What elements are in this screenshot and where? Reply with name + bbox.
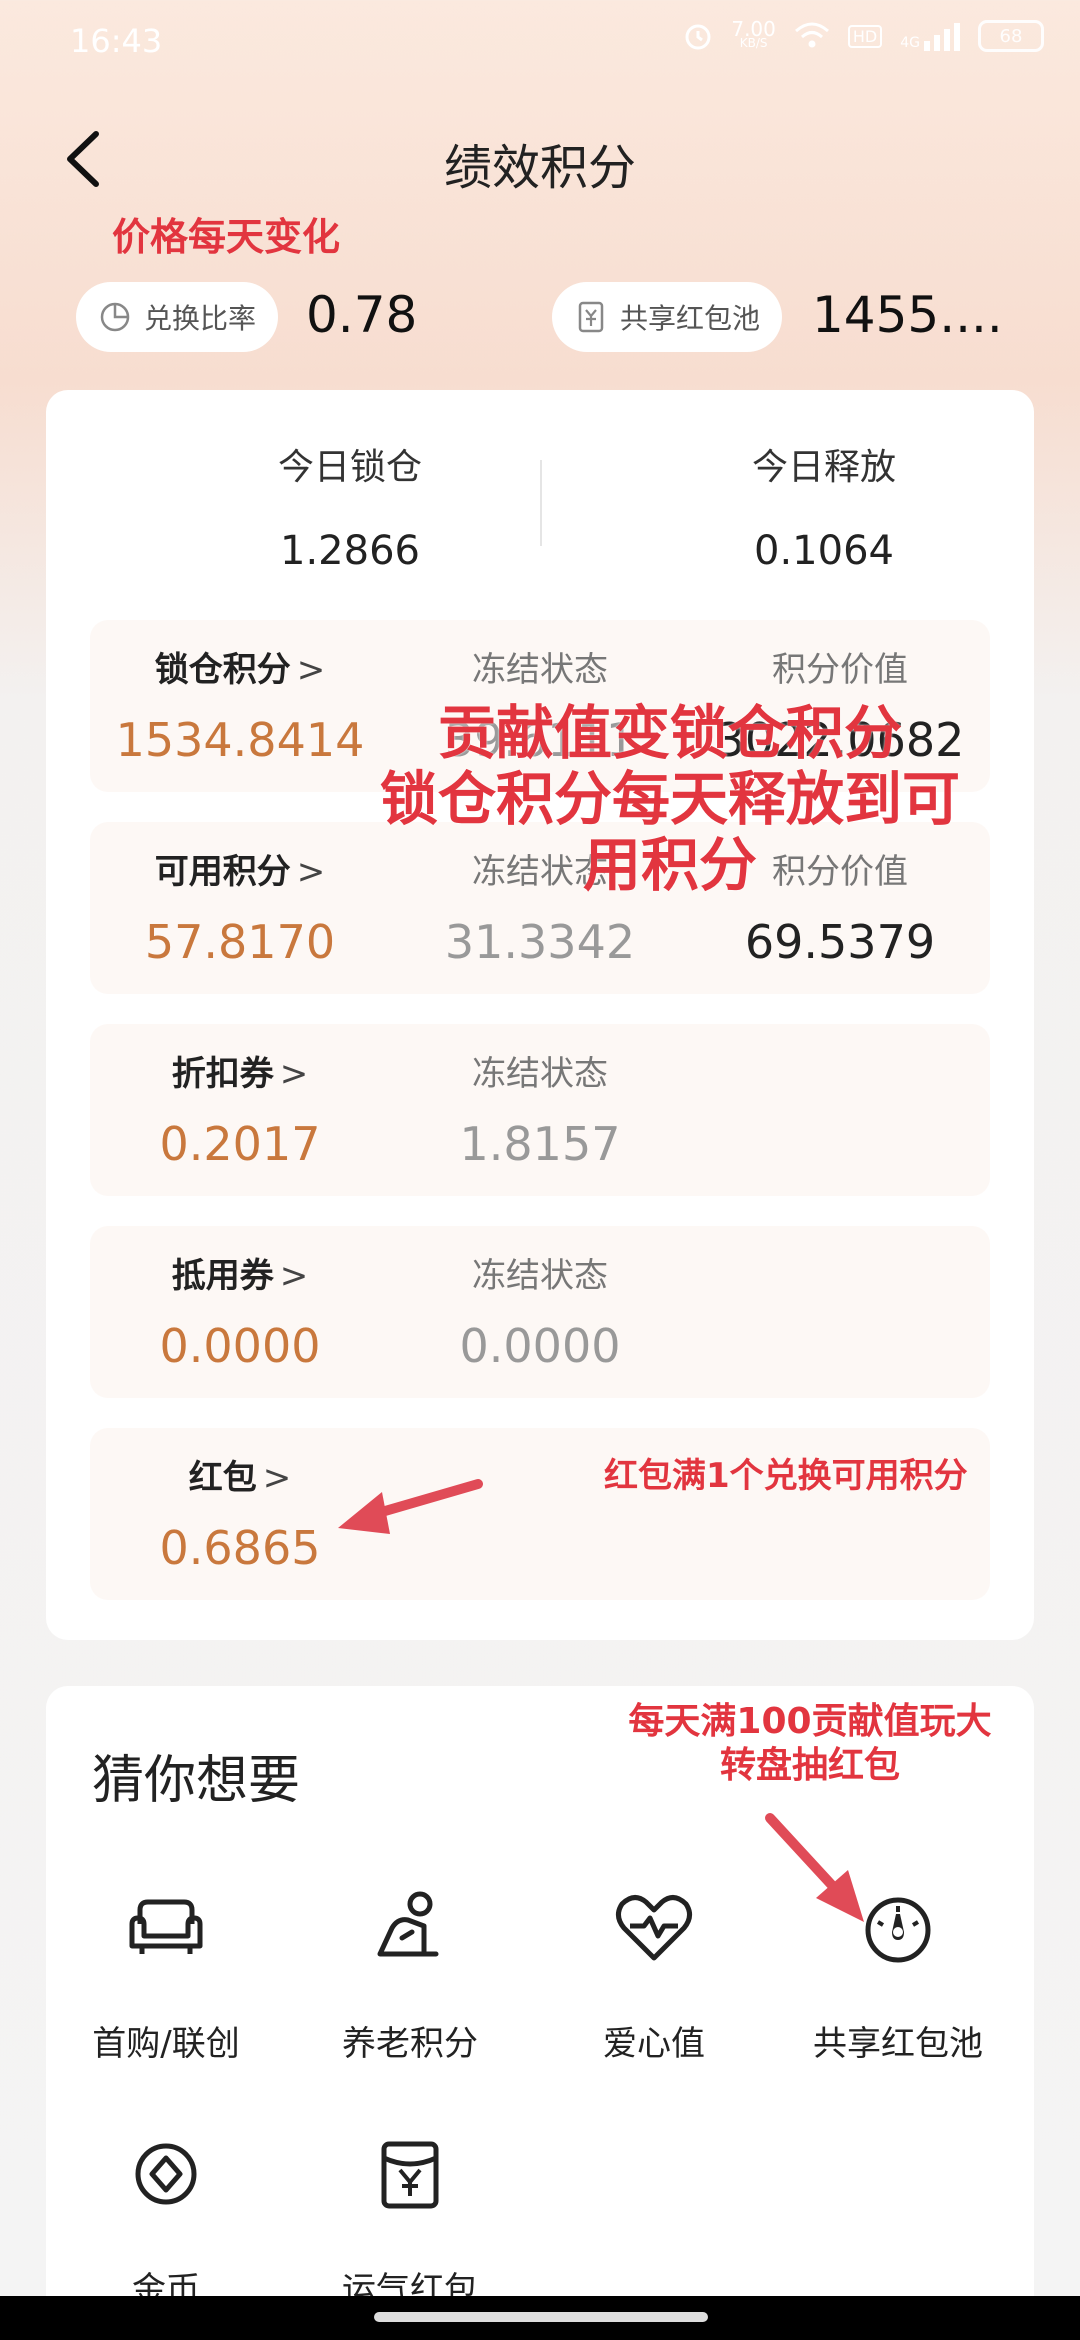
shared-pool-label: 共享红包池 — [620, 302, 761, 335]
chevron-right-icon: > — [279, 1256, 309, 1296]
signal-icon: 4G — [900, 21, 960, 51]
offset-voucher-box[interactable]: 抵用券 > 0.0000 冻结状态 0.0000 — [90, 1226, 990, 1398]
offset-voucher-value: 0.0000 — [159, 1319, 321, 1373]
wifi-icon — [794, 22, 829, 48]
today-released-value: 0.1064 — [754, 528, 894, 574]
shared-pool-pill[interactable]: 共享红包池 — [552, 282, 783, 352]
pie-chart-icon — [100, 302, 130, 332]
exchange-rate-label: 兑换比率 — [144, 302, 257, 335]
discount-voucher-box[interactable]: 折扣券 > 0.2017 冻结状态 1.8157 — [90, 1024, 990, 1196]
divider — [540, 460, 542, 546]
exchange-rate-value: 0.78 — [306, 286, 418, 344]
elderly-icon — [377, 1891, 439, 1957]
discount-voucher-label[interactable]: 折扣券 > — [90, 1046, 390, 1095]
chevron-right-icon: > — [279, 1054, 309, 1094]
guess-item-lucky-red-envelope[interactable]: 运气红包 — [290, 2126, 530, 2311]
locked-points-label[interactable]: 锁仓积分 > — [90, 642, 390, 691]
annotation-lock-note: 贡献值变锁仓积分 锁仓积分每天释放到可 用积分 — [379, 699, 960, 899]
chevron-right-icon: > — [296, 852, 326, 892]
alarm-icon — [685, 24, 711, 50]
today-locked-value: 1.2866 — [280, 528, 420, 574]
offset-voucher-label[interactable]: 抵用券 > — [90, 1248, 390, 1297]
annotation-wheel-note: 每天满100贡献值玩大 转盘抽红包 — [628, 1701, 992, 1786]
available-frozen-value: 31.3342 — [444, 915, 636, 969]
discount-frozen-value: 1.8157 — [459, 1117, 621, 1171]
guess-item-gold-coin[interactable]: 金币 — [46, 2126, 286, 2311]
gesture-bar — [0, 2296, 1080, 2340]
today-locked: 今日锁仓 1.2866 — [180, 438, 520, 574]
annotation-arrow-icon — [765, 1813, 864, 1922]
guess-item-first-purchase[interactable]: 首购/联创 — [46, 1880, 286, 2065]
today-released: 今日释放 0.1064 — [654, 438, 994, 574]
heart-icon — [616, 1895, 692, 1961]
annotation-arrow-icon — [338, 1479, 483, 1534]
status-bar: 16:43 7.00 KB/S HD 4G 68 — [0, 0, 1080, 82]
offset-frozen-value: 0.0000 — [459, 1319, 621, 1373]
net-speed: 7.00 KB/S — [731, 17, 776, 50]
guess-item-pension-points[interactable]: 养老积分 — [290, 1880, 530, 2065]
coin-icon — [135, 2143, 197, 2205]
annotation-red-packet: 红包满1个兑换可用积分 — [604, 1456, 968, 1496]
guess-item-love-value[interactable]: 爱心值 — [534, 1880, 774, 2065]
yuan-voucher-icon — [578, 301, 604, 333]
rate-row: 兑换比率 0.78 共享红包池 1455.... — [48, 250, 1032, 390]
available-points-value: 57.8170 — [144, 915, 336, 969]
hd-badge: HD — [847, 24, 883, 48]
status-icons: 7.00 KB/S HD 4G 68 — [683, 17, 1044, 52]
shared-pool-value: 1455.... — [812, 286, 1003, 344]
chevron-right-icon: > — [296, 650, 326, 690]
status-time: 16:43 — [70, 22, 163, 60]
guess-title: 猜你想要 — [92, 1751, 301, 1811]
exchange-rate-pill[interactable]: 兑换比率 — [76, 282, 279, 352]
discount-voucher-value: 0.2017 — [159, 1117, 321, 1171]
available-worth-value: 69.5379 — [744, 915, 936, 969]
sofa-icon — [129, 1899, 203, 1954]
page-title: 绩效积分 — [443, 140, 636, 196]
chevron-right-icon: > — [262, 1458, 292, 1498]
home-indicator[interactable] — [374, 2312, 708, 2322]
red-envelope-icon — [381, 2141, 439, 2209]
battery-icon: 68 — [978, 20, 1044, 52]
